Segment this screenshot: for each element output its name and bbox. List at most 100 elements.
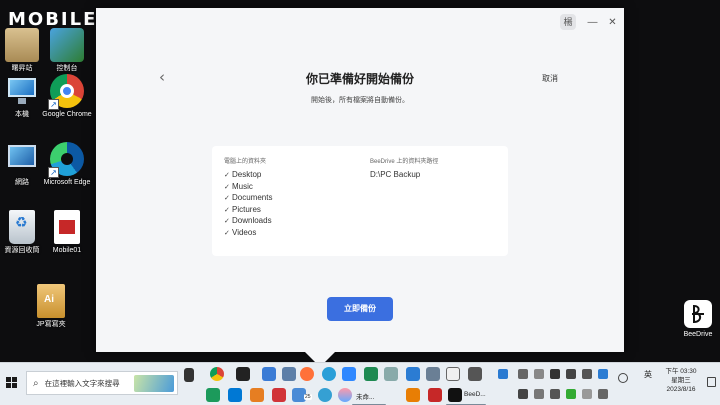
tray-app-icon[interactable] bbox=[566, 389, 576, 399]
desktop-icon-chrome[interactable]: ↗ Google Chrome bbox=[38, 74, 96, 119]
tray-app-icon[interactable] bbox=[518, 369, 528, 379]
clock-time: 下午 03:30 bbox=[665, 368, 697, 375]
desktop-icon-label: JP寫寫夾 bbox=[36, 321, 66, 328]
search-icon: ⌕ bbox=[33, 377, 39, 389]
taskbar: ⌕ 在這裡輸入文字來搜尋 25 未命... BeeD... 英 下午 03:30… bbox=[0, 362, 720, 405]
desktop-icon-label: Mobile01 bbox=[52, 247, 82, 254]
tray-app-icon[interactable] bbox=[550, 369, 560, 379]
app-taskbar-icon[interactable] bbox=[282, 367, 296, 381]
edge-taskbar-icon[interactable] bbox=[322, 367, 336, 381]
tray-app-icon[interactable] bbox=[582, 369, 592, 379]
destination-path: D:\PC Backup bbox=[370, 170, 421, 179]
illustrator-file-icon bbox=[37, 284, 65, 318]
tray-app-icon[interactable] bbox=[518, 389, 528, 399]
minimize-button[interactable]: — bbox=[584, 17, 601, 28]
input-method-indicator[interactable]: 英 bbox=[644, 369, 652, 380]
settings-gear-icon[interactable] bbox=[468, 367, 482, 381]
taskbar-window-label[interactable]: 未命... bbox=[356, 391, 374, 401]
beedrive-taskbar-icon[interactable] bbox=[448, 388, 462, 402]
recycle-bin-icon bbox=[9, 210, 35, 244]
taskbar-clock[interactable]: 下午 03:30 星期三 2023/8/16 bbox=[658, 367, 704, 394]
desktop-icon-edge[interactable]: ↗ Microsoft Edge bbox=[38, 142, 96, 187]
folder-name: Downloads bbox=[232, 216, 272, 225]
folder-icon bbox=[5, 28, 39, 62]
app-taskbar-icon[interactable] bbox=[426, 367, 440, 381]
folder-name: Pictures bbox=[232, 204, 261, 214]
network-tray-icon[interactable] bbox=[618, 373, 628, 383]
folder-item: ✓ Downloads bbox=[224, 216, 272, 228]
checkmark-icon: ✓ bbox=[224, 229, 230, 237]
folder-name: Videos bbox=[232, 227, 257, 237]
tray-app-icon[interactable] bbox=[498, 369, 508, 379]
folder-name: Desktop bbox=[232, 170, 262, 179]
control-panel-icon bbox=[50, 28, 84, 62]
tray-app-icon[interactable] bbox=[534, 369, 544, 379]
backup-summary-card: 電腦上的資料夾 ✓ Desktop ✓ Music ✓ Documents ✓ Pict… bbox=[212, 146, 508, 256]
tray-app-icon[interactable] bbox=[534, 389, 544, 399]
shortcut-arrow-icon: ↗ bbox=[48, 99, 59, 110]
folder-item: ✓ Music bbox=[224, 182, 272, 194]
edge-icon: ↗ bbox=[48, 142, 84, 178]
notification-icon[interactable] bbox=[707, 377, 716, 387]
cancel-button[interactable]: 取消 bbox=[542, 73, 558, 84]
tray-app-icon[interactable] bbox=[566, 369, 576, 379]
user-avatar[interactable]: 楊 bbox=[560, 14, 576, 30]
beedrive-backup-window: 楊 — ✕ ‹ 你已準備好開始備份 開始後，所有檔案將自動備份。 取消 電腦上的… bbox=[96, 8, 624, 352]
dialog-subtitle: 開始後，所有檔案將自動備份。 bbox=[311, 97, 409, 104]
app-taskbar-icon[interactable] bbox=[446, 367, 460, 381]
taskbar-window-label[interactable]: BeeD... bbox=[464, 391, 486, 398]
app-taskbar-icon[interactable] bbox=[364, 367, 378, 381]
app-taskbar-icon[interactable] bbox=[250, 388, 264, 402]
backup-now-button[interactable]: 立即備份 bbox=[327, 297, 393, 321]
app-taskbar-icon[interactable] bbox=[318, 388, 332, 402]
desktop-icon-label: Google Chrome bbox=[42, 111, 92, 118]
app-taskbar-icon[interactable] bbox=[228, 388, 242, 402]
app-taskbar-icon[interactable] bbox=[384, 367, 398, 381]
tray-app-icon[interactable] bbox=[582, 389, 592, 399]
app-taskbar-icon[interactable] bbox=[272, 388, 286, 402]
folder-item: ✓ Pictures bbox=[224, 205, 272, 217]
taskbar-badge: 25 bbox=[304, 394, 312, 400]
tray-app-icon[interactable] bbox=[598, 369, 608, 379]
tray-app-icon[interactable] bbox=[598, 389, 608, 399]
tray-app-icon[interactable] bbox=[550, 389, 560, 399]
close-button[interactable]: ✕ bbox=[604, 17, 621, 28]
firefox-taskbar-icon[interactable] bbox=[300, 367, 314, 381]
clock-date: 2023/8/16 bbox=[666, 386, 696, 393]
checkmark-icon: ✓ bbox=[224, 218, 230, 225]
app-taskbar-icon[interactable] bbox=[236, 367, 250, 381]
destination-column: BeeDrive 上的資料夾路徑 D:\PC Backup bbox=[370, 156, 438, 181]
folder-name: Documents bbox=[232, 193, 273, 202]
task-view-icon[interactable] bbox=[184, 368, 194, 382]
window-titlebar: 楊 — ✕ bbox=[560, 8, 624, 36]
desktop-icon-control-panel[interactable]: 控制台 bbox=[38, 28, 96, 73]
desktop-icon-jp-folder[interactable]: JP寫寫夾 bbox=[22, 284, 80, 329]
app-taskbar-icon[interactable] bbox=[206, 388, 220, 402]
search-placeholder: 在這裡輸入文字來搜尋 bbox=[44, 378, 120, 388]
app-taskbar-icon[interactable] bbox=[406, 367, 420, 381]
document-icon bbox=[54, 210, 80, 244]
beedrive-logo-icon bbox=[684, 300, 712, 328]
watermark-text: MOBILE bbox=[8, 8, 98, 30]
folder-item: ✓ Videos bbox=[224, 228, 272, 240]
desktop-icon-mobile01[interactable]: Mobile01 bbox=[38, 210, 96, 255]
desktop-icon-label: BeeDrive bbox=[683, 331, 713, 338]
monitor-taskbar-icon[interactable] bbox=[262, 367, 276, 381]
destination-heading: BeeDrive 上的資料夾路徑 bbox=[370, 159, 439, 165]
chrome-icon: ↗ bbox=[48, 74, 84, 110]
word-taskbar-icon[interactable] bbox=[342, 367, 356, 381]
checkmark-icon: ✓ bbox=[224, 183, 230, 191]
chrome-taskbar-icon[interactable] bbox=[210, 367, 224, 381]
app-taskbar-icon[interactable] bbox=[338, 388, 352, 402]
checkmark-icon: ✓ bbox=[224, 195, 230, 202]
folder-item: ✓ Desktop bbox=[224, 170, 272, 182]
desktop-icon-beedrive[interactable]: BeeDrive bbox=[676, 300, 720, 338]
illustrator-taskbar-icon[interactable] bbox=[406, 388, 420, 402]
monitor-icon bbox=[5, 74, 39, 108]
app-taskbar-icon[interactable] bbox=[428, 388, 442, 402]
network-icon bbox=[5, 142, 39, 176]
shortcut-arrow-icon: ↗ bbox=[48, 167, 59, 178]
taskbar-search-input[interactable]: ⌕ 在這裡輸入文字來搜尋 bbox=[26, 371, 178, 395]
desktop-icon-label: Microsoft Edge bbox=[43, 179, 91, 186]
windows-start-icon[interactable] bbox=[6, 377, 17, 388]
